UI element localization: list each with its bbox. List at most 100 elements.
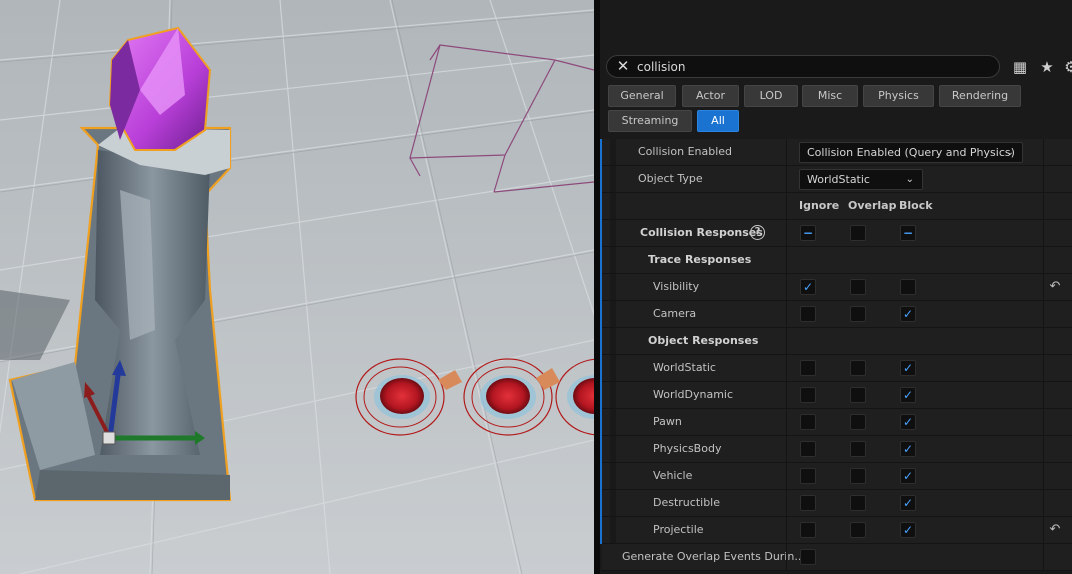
tab-actor[interactable]: Actor: [682, 85, 739, 107]
settings-icon[interactable]: ⚙: [1062, 58, 1072, 76]
column-divider: [786, 436, 787, 462]
block-checkbox[interactable]: ✓: [900, 495, 916, 511]
column-divider: [786, 166, 787, 192]
block-checkbox[interactable]: ✓: [900, 468, 916, 484]
column-divider: [1043, 355, 1044, 381]
column-divider: [786, 517, 787, 543]
column-divider: [1043, 544, 1044, 570]
object-type-dropdown[interactable]: WorldStatic ⌄: [799, 169, 923, 190]
column-divider: [1043, 220, 1044, 246]
block-checkbox[interactable]: ✓: [900, 306, 916, 322]
block-checkbox[interactable]: ✓: [900, 360, 916, 376]
ignore-checkbox[interactable]: ✓: [800, 279, 816, 295]
tab-rendering[interactable]: Rendering: [939, 85, 1021, 107]
overlap-checkbox[interactable]: [850, 468, 866, 484]
row-gutter: [610, 193, 616, 219]
block-checkbox[interactable]: ✓: [900, 387, 916, 403]
generate-overlap-events-checkbox[interactable]: [800, 549, 816, 565]
chevron-down-icon: ⌄: [1005, 147, 1014, 158]
row-gutter: [610, 409, 616, 435]
ignore-checkbox[interactable]: [800, 495, 816, 511]
row-gutter: [610, 274, 616, 300]
ignore-checkbox[interactable]: [800, 360, 816, 376]
favorite-icon[interactable]: ★: [1038, 58, 1056, 76]
ignore-checkbox[interactable]: [800, 441, 816, 457]
row-gutter: [610, 166, 616, 192]
trace-responses-label: Trace Responses: [648, 253, 752, 266]
block-checkbox[interactable]: ✓: [900, 522, 916, 538]
object-type-value: WorldStatic: [807, 173, 870, 186]
table-view-icon[interactable]: ▦: [1011, 58, 1029, 76]
column-divider: [786, 544, 787, 570]
search-input[interactable]: [637, 57, 987, 76]
object-response-row: Projectile ✓ ↶: [602, 517, 1072, 544]
column-divider: [786, 139, 787, 165]
search-box[interactable]: ✕: [606, 55, 1000, 78]
indeterminate-mark-icon: −: [902, 226, 914, 240]
row-gutter: [610, 301, 616, 327]
overlap-checkbox[interactable]: [850, 522, 866, 538]
ignore-checkbox[interactable]: [800, 468, 816, 484]
help-icon[interactable]: ?: [750, 225, 765, 240]
column-divider: [786, 328, 787, 354]
ignore-checkbox[interactable]: [800, 387, 816, 403]
tab-physics[interactable]: Physics: [863, 85, 934, 107]
column-divider: [1043, 328, 1044, 354]
ignore-checkbox[interactable]: [800, 522, 816, 538]
collision-responses-row[interactable]: Collision Responses ? − −: [602, 220, 1072, 247]
object-type-row: Object Type WorldStatic ⌄: [602, 166, 1072, 193]
generate-overlap-events-row: Generate Overlap Events Durin...: [602, 544, 1072, 571]
overlap-checkbox[interactable]: [850, 387, 866, 403]
response-channel-label: Projectile: [653, 523, 704, 536]
row-gutter: [610, 517, 616, 543]
column-divider: [1043, 463, 1044, 489]
tab-misc[interactable]: Misc: [802, 85, 858, 107]
ignore-checkbox[interactable]: −: [800, 225, 816, 241]
overlap-checkbox[interactable]: [850, 306, 866, 322]
collision-enabled-row: Collision Enabled Collision Enabled (Que…: [602, 139, 1072, 166]
block-checkbox[interactable]: −: [900, 225, 916, 241]
block-checkbox[interactable]: ✓: [900, 441, 916, 457]
response-channel-label: PhysicsBody: [653, 442, 722, 455]
ignore-checkbox[interactable]: [800, 414, 816, 430]
column-divider: [1043, 490, 1044, 516]
generate-overlap-events-label: Generate Overlap Events Durin...: [622, 550, 805, 563]
tab-streaming[interactable]: Streaming: [608, 110, 692, 132]
overlap-checkbox[interactable]: [850, 225, 866, 241]
column-divider: [786, 220, 787, 246]
column-divider: [1043, 409, 1044, 435]
column-divider: [1043, 517, 1044, 543]
block-checkbox[interactable]: [900, 279, 916, 295]
object-response-row: Destructible ✓: [602, 490, 1072, 517]
row-gutter: [610, 220, 616, 246]
row-gutter: [610, 436, 616, 462]
object-responses-header[interactable]: Object Responses: [602, 328, 1072, 355]
tab-lod[interactable]: LOD: [744, 85, 798, 107]
checkmark-icon: ✓: [902, 469, 914, 483]
overlap-checkbox[interactable]: [850, 360, 866, 376]
overlap-checkbox[interactable]: [850, 414, 866, 430]
viewport-scene[interactable]: [0, 0, 594, 574]
overlap-checkbox[interactable]: [850, 279, 866, 295]
checkmark-icon: ✓: [902, 415, 914, 429]
row-gutter: [610, 382, 616, 408]
response-channel-label: Visibility: [653, 280, 700, 293]
clear-search-icon[interactable]: ✕: [615, 59, 631, 75]
tab-general[interactable]: General: [608, 85, 676, 107]
tab-all[interactable]: All: [697, 110, 739, 132]
ignore-checkbox[interactable]: [800, 306, 816, 322]
panel-header: [600, 0, 1072, 48]
checkmark-icon: ✓: [902, 523, 914, 537]
reset-to-default-icon[interactable]: ↶: [1047, 279, 1063, 295]
column-divider: [786, 274, 787, 300]
reset-to-default-icon[interactable]: ↶: [1047, 522, 1063, 538]
overlap-checkbox[interactable]: [850, 495, 866, 511]
collision-enabled-dropdown[interactable]: Collision Enabled (Query and Physics) ⌄: [799, 142, 1023, 163]
trace-responses-header[interactable]: Trace Responses: [602, 247, 1072, 274]
column-divider: [1043, 301, 1044, 327]
column-divider: [1043, 247, 1044, 273]
level-viewport[interactable]: [0, 0, 594, 574]
overlap-checkbox[interactable]: [850, 441, 866, 457]
block-checkbox[interactable]: ✓: [900, 414, 916, 430]
column-divider: [786, 193, 787, 219]
